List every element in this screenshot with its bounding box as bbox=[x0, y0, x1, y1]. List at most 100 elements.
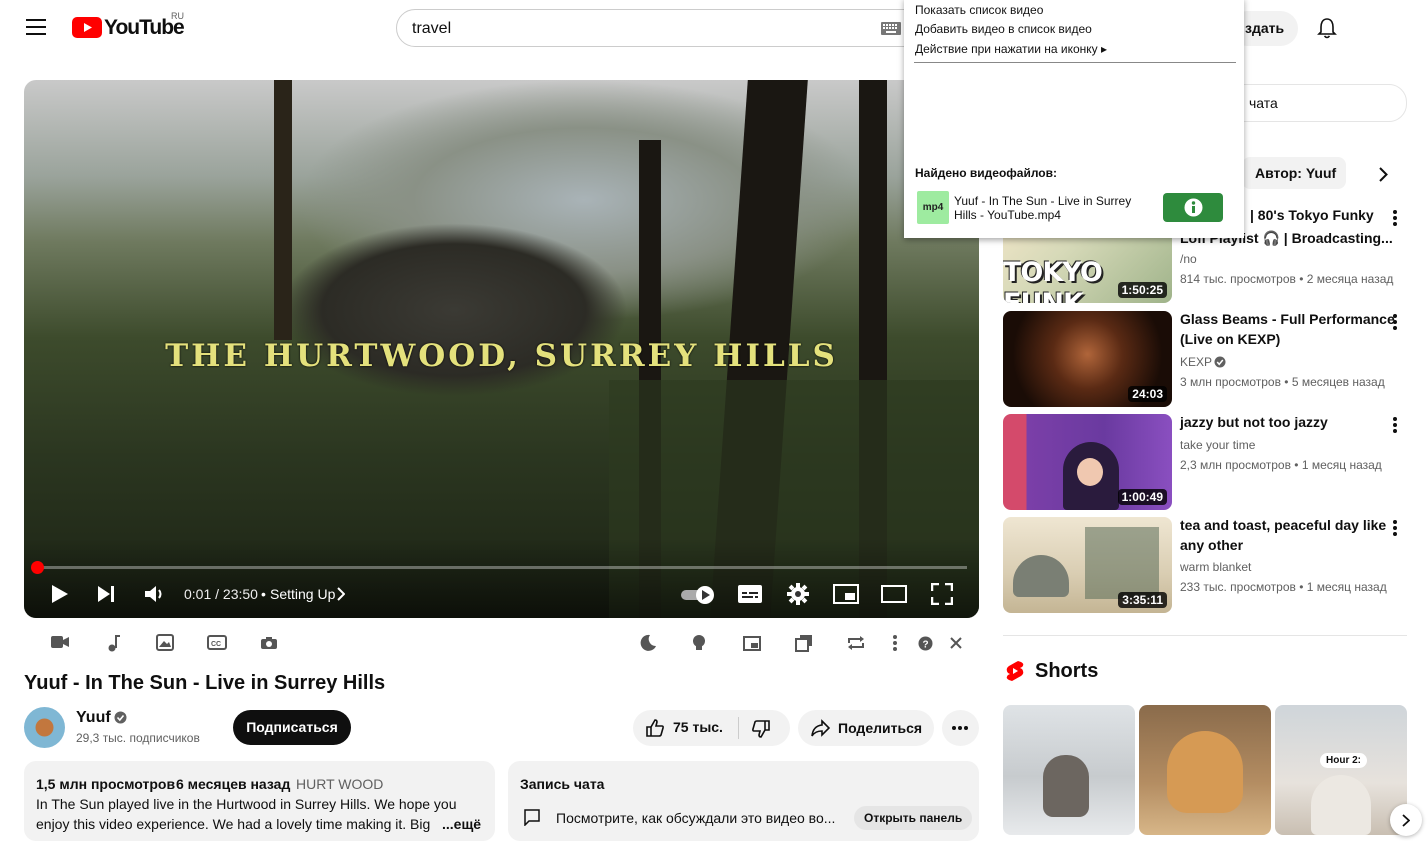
dislike-thumb-icon[interactable] bbox=[751, 719, 771, 739]
chat-toggle-label: чата bbox=[1249, 95, 1278, 111]
menu-show-video-list[interactable]: Показать список видео bbox=[915, 3, 1043, 17]
more-vertical-icon[interactable] bbox=[1392, 519, 1398, 537]
channel-avatar[interactable] bbox=[24, 707, 65, 748]
shorts-title: Shorts bbox=[1035, 660, 1099, 682]
like-count[interactable]: 75 тыс. bbox=[673, 719, 723, 735]
video-duration: 24:03 bbox=[1128, 386, 1167, 402]
found-files-label: Найдено видеофайлов: bbox=[915, 166, 1058, 180]
video-thumbnail[interactable]: 1:00:49 bbox=[1003, 414, 1172, 510]
video-title-line[interactable]: any other bbox=[1180, 535, 1390, 555]
next-icon[interactable] bbox=[97, 585, 115, 603]
close-icon[interactable] bbox=[950, 637, 962, 649]
filter-chip-author[interactable]: Автор: Yuuf bbox=[1242, 157, 1346, 189]
related-video[interactable]: 3:35:11 tea and toast, peaceful day like… bbox=[1003, 517, 1407, 613]
notifications-bell-icon[interactable] bbox=[1317, 17, 1337, 39]
help-icon[interactable]: ? bbox=[918, 636, 933, 651]
subscriber-count: 29,3 тыс. подписчиков bbox=[76, 731, 200, 745]
autoplay-toggle-icon[interactable] bbox=[681, 585, 717, 605]
more-vertical-icon[interactable] bbox=[1392, 416, 1398, 434]
video-title-line[interactable]: tea and toast, peaceful day like bbox=[1180, 515, 1395, 535]
description-line: enjoy this video experience. We had a lo… bbox=[36, 816, 431, 832]
file-info-button[interactable] bbox=[1163, 193, 1223, 222]
search-input[interactable]: travel bbox=[396, 9, 936, 47]
video-channel[interactable]: /no bbox=[1180, 252, 1197, 266]
upload-date: 6 месяцев назад bbox=[176, 776, 291, 792]
subscribe-button[interactable]: Подписаться bbox=[233, 710, 351, 745]
video-player[interactable]: THE HURTWOOD, SURREY HILLS 0:01 / 23:50 … bbox=[24, 80, 979, 618]
more-vertical-icon[interactable] bbox=[892, 635, 898, 651]
scrubber-handle[interactable] bbox=[31, 561, 44, 574]
video-thumbnail[interactable]: 24:03 bbox=[1003, 311, 1172, 407]
location-tag[interactable]: HURT WOOD bbox=[296, 776, 383, 792]
miniplayer-icon[interactable] bbox=[833, 584, 859, 604]
channel-name[interactable]: Yuuf bbox=[76, 709, 111, 727]
short-thumbnail[interactable]: Hour 2: bbox=[1275, 705, 1407, 835]
chips-next-chevron-icon[interactable] bbox=[1379, 167, 1388, 182]
video-thumbnail[interactable]: 3:35:11 bbox=[1003, 517, 1172, 613]
theater-mode-icon[interactable] bbox=[881, 585, 907, 603]
menu-icon[interactable] bbox=[26, 18, 46, 36]
picture-in-picture-icon[interactable] bbox=[743, 636, 761, 651]
share-button[interactable]: Поделиться bbox=[798, 710, 934, 746]
thumbnail-cat bbox=[1043, 755, 1089, 817]
shorts-next-button[interactable] bbox=[1390, 804, 1422, 836]
more-actions-button[interactable] bbox=[942, 710, 979, 746]
video-title-line[interactable]: Glass Beams - Full Performance bbox=[1180, 309, 1395, 329]
stack-windows-icon[interactable] bbox=[795, 634, 813, 652]
volume-icon[interactable] bbox=[144, 584, 166, 604]
more-vertical-icon[interactable] bbox=[1392, 313, 1398, 331]
search-query: travel bbox=[412, 20, 452, 37]
controls-gradient bbox=[24, 538, 979, 618]
subtitles-icon[interactable] bbox=[738, 585, 762, 603]
light-bulb-icon[interactable] bbox=[692, 634, 706, 652]
loop-icon[interactable] bbox=[846, 636, 866, 650]
image-gallery-icon[interactable] bbox=[156, 634, 174, 651]
description-line: In The Sun played live in the Hurtwood i… bbox=[36, 796, 457, 812]
time-display: 0:01 / 23:50 bbox=[184, 586, 258, 602]
share-label: Поделиться bbox=[838, 720, 923, 736]
more-vertical-icon[interactable] bbox=[1392, 209, 1398, 227]
create-button-label: здать bbox=[1245, 20, 1285, 36]
keyboard-icon[interactable] bbox=[881, 22, 901, 35]
tree-trunk bbox=[274, 80, 292, 340]
open-panel-button[interactable]: Открыть панель bbox=[854, 806, 973, 830]
description-card[interactable]: 1,5 млн просмотров 6 месяцев назад HURT … bbox=[24, 761, 495, 841]
show-more-link[interactable]: ...ещё bbox=[439, 816, 482, 832]
short-caption: Hour 2: bbox=[1320, 753, 1367, 768]
video-title-line[interactable]: jazzy but not too jazzy bbox=[1180, 412, 1390, 432]
chapter-title[interactable]: Setting Up bbox=[270, 586, 335, 602]
like-divider bbox=[738, 717, 739, 739]
play-icon[interactable] bbox=[51, 584, 69, 604]
related-video[interactable]: 24:03 Glass Beams - Full Performance (Li… bbox=[1003, 311, 1407, 407]
filter-chip-label: Автор: Yuuf bbox=[1255, 165, 1337, 181]
screenshot-camera-icon[interactable] bbox=[260, 636, 278, 650]
thumbnail-kettle bbox=[1013, 555, 1069, 597]
fullscreen-icon[interactable] bbox=[931, 583, 953, 605]
progress-bar[interactable] bbox=[36, 566, 967, 569]
video-title-line[interactable]: | 80's Tokyo Funky bbox=[1250, 205, 1427, 225]
related-video[interactable]: 1:00:49 jazzy but not too jazzy take you… bbox=[1003, 414, 1407, 510]
more-horizontal-icon bbox=[952, 726, 968, 730]
chapter-separator: • bbox=[261, 586, 266, 602]
region-label: RU bbox=[171, 11, 184, 21]
dark-mode-moon-icon[interactable] bbox=[639, 634, 657, 652]
file-name[interactable]: Yuuf - In The Sun - Live in Surrey Hills… bbox=[954, 194, 1149, 222]
info-icon bbox=[1184, 198, 1203, 217]
video-title-line[interactable]: (Live on KEXP) bbox=[1180, 329, 1390, 349]
menu-add-to-video-list[interactable]: Добавить видео в список видео bbox=[915, 22, 1092, 36]
video-channel[interactable]: KEXP bbox=[1180, 355, 1212, 369]
chat-bubble-icon bbox=[523, 808, 541, 826]
short-thumbnail[interactable] bbox=[1003, 705, 1135, 835]
closed-captions-icon[interactable]: CC bbox=[207, 635, 227, 650]
settings-gear-icon[interactable] bbox=[787, 583, 809, 605]
youtube-play-icon bbox=[72, 17, 102, 38]
section-divider bbox=[1003, 635, 1407, 636]
video-channel[interactable]: take your time bbox=[1180, 438, 1255, 452]
menu-icon-click-action[interactable]: Действие при нажатии на иконку ▸ bbox=[915, 42, 1107, 56]
like-thumb-icon[interactable] bbox=[645, 718, 665, 738]
chevron-right-icon[interactable] bbox=[337, 587, 345, 601]
music-note-icon[interactable] bbox=[106, 634, 120, 652]
video-camera-icon[interactable] bbox=[51, 636, 69, 648]
short-thumbnail[interactable] bbox=[1139, 705, 1271, 835]
video-channel[interactable]: warm blanket bbox=[1180, 560, 1251, 574]
